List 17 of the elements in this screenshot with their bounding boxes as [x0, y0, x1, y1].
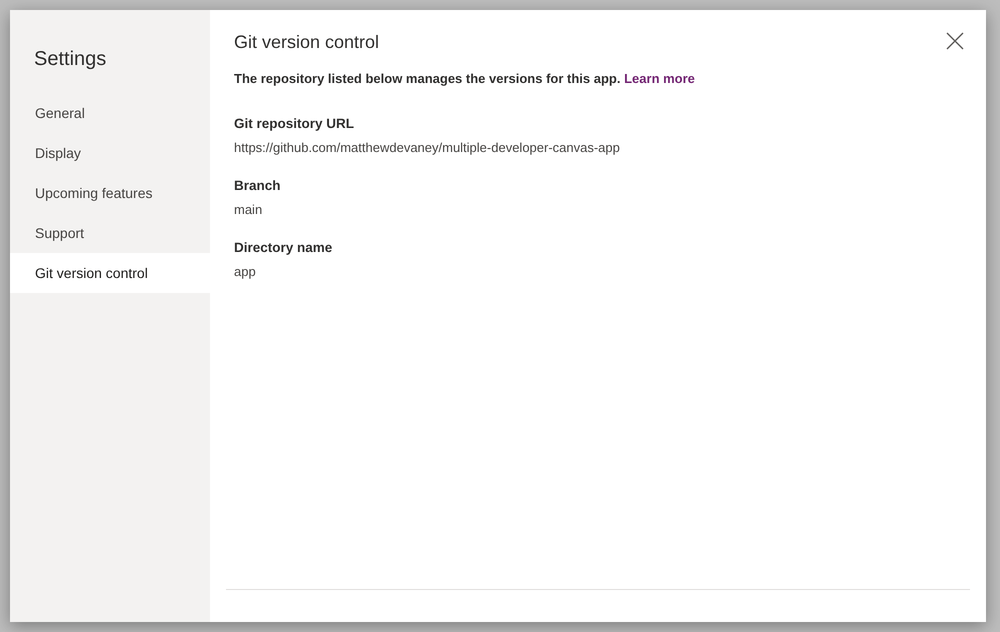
- field-value: app: [234, 264, 257, 279]
- learn-more-link[interactable]: Learn more: [624, 71, 695, 86]
- close-icon: [946, 32, 964, 50]
- sidebar-title: Settings: [34, 48, 108, 71]
- field-label: Branch: [234, 178, 282, 193]
- sidebar-item[interactable]: General: [10, 93, 210, 133]
- field-value: main: [234, 202, 264, 217]
- field-value: https://github.com/matthewdevaney/multiple-developer-canvas-app: [234, 140, 621, 155]
- field-label: Directory name: [234, 240, 334, 255]
- field-label: Git repository URL: [234, 116, 356, 131]
- sidebar-item[interactable]: Upcoming features: [10, 173, 210, 213]
- sidebar-item[interactable]: Support: [10, 213, 210, 253]
- description-text: The repository listed below manages the versions for this app. Learn more: [234, 71, 696, 86]
- panel-title: Git version control: [234, 32, 380, 53]
- sidebar-item[interactable]: Display: [10, 133, 210, 173]
- sidebar-item[interactable]: Git version control: [10, 253, 210, 293]
- close-button[interactable]: [946, 32, 964, 50]
